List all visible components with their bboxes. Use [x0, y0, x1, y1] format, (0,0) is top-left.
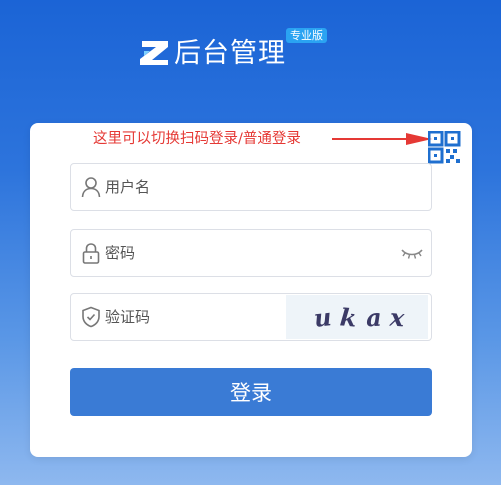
- password-input[interactable]: [105, 231, 325, 275]
- eye-closed-icon[interactable]: [401, 246, 423, 260]
- user-icon: [81, 177, 101, 198]
- password-field[interactable]: [70, 229, 432, 277]
- captcha-image[interactable]: u k a x: [286, 295, 428, 339]
- lock-icon: [82, 243, 100, 264]
- z-logo-icon: [140, 41, 168, 65]
- captcha-field[interactable]: u k a x: [70, 293, 432, 341]
- login-button[interactable]: 登录: [70, 368, 432, 416]
- app-title: 后台管理: [174, 38, 286, 69]
- qr-code-icon[interactable]: [428, 131, 462, 165]
- brand-header: 后台管理 专业版: [138, 28, 338, 74]
- login-card: 这里可以切换扫码登录/普通登录 用户名 验证码 u k a x 登录: [30, 123, 472, 457]
- switch-login-hint: 这里可以切换扫码登录/普通登录: [93, 131, 301, 147]
- shield-icon: [82, 306, 100, 328]
- captcha-char: k: [338, 302, 358, 333]
- username-field[interactable]: [70, 163, 432, 211]
- username-input[interactable]: [105, 165, 325, 209]
- captcha-char: a: [365, 302, 383, 333]
- captcha-char: u: [312, 302, 333, 333]
- edition-badge: 专业版: [286, 28, 327, 43]
- arrow-right-icon: [332, 133, 432, 145]
- captcha-char: x: [389, 302, 406, 333]
